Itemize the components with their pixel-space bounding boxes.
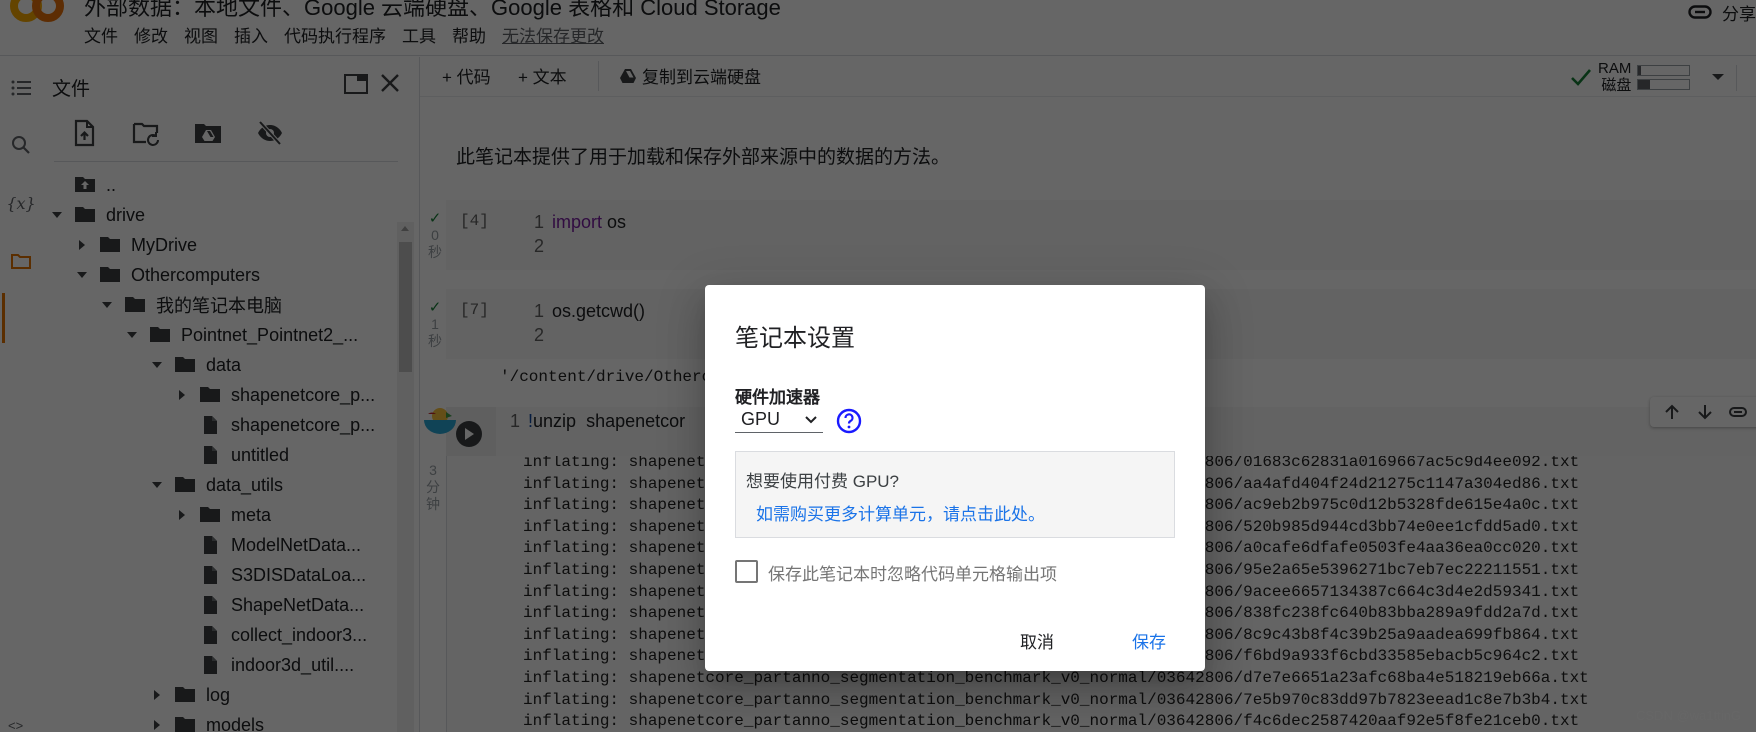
chevron-down-icon [805, 415, 817, 423]
buy-compute-units-link[interactable]: 如需购买更多计算单元，请点击此处。 [756, 500, 1045, 525]
omit-output-label[interactable]: 保存此笔记本时忽略代码单元格输出项 [768, 560, 1057, 585]
omit-output-checkbox[interactable] [735, 560, 758, 583]
help-icon[interactable] [836, 408, 862, 434]
save-button[interactable]: 保存 [1132, 628, 1166, 653]
paid-gpu-question: 想要使用付费 GPU? [746, 472, 900, 491]
paid-gpu-promo: 想要使用付费 GPU? 如需购买更多计算单元，请点击此处。 [735, 451, 1175, 538]
hardware-accelerator-select[interactable]: GPU [735, 407, 823, 433]
dialog-title: 笔记本设置 [735, 325, 855, 352]
cancel-button[interactable]: 取消 [1020, 628, 1054, 653]
notebook-settings-dialog: 笔记本设置 硬件加速器 GPU 想要使用付费 GPU? 如需购买更多计算单元，请… [705, 285, 1205, 671]
hardware-accelerator-label: 硬件加速器 [735, 388, 820, 407]
selected-accelerator: GPU [741, 409, 781, 429]
